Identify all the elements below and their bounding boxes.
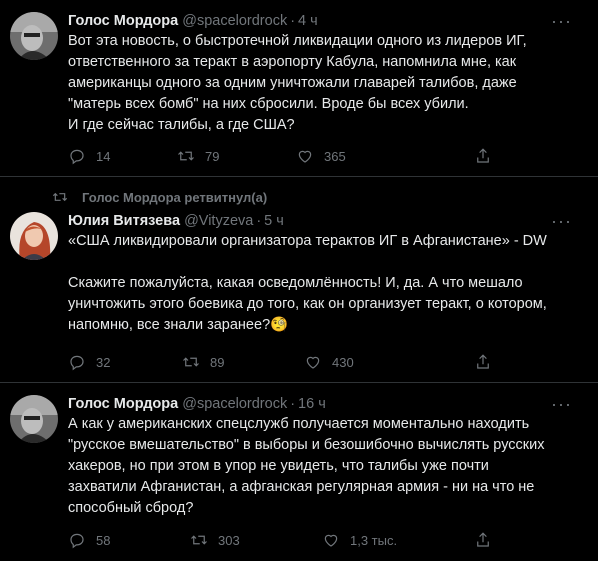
timestamp[interactable]: 4 ч bbox=[298, 13, 318, 29]
like-count: 1,3 тыс. bbox=[350, 532, 398, 548]
heart-icon bbox=[324, 534, 338, 547]
like-button[interactable]: 430 bbox=[304, 353, 354, 371]
author-handle[interactable]: @spacelordrock bbox=[182, 396, 287, 412]
separator-dot: · bbox=[256, 213, 262, 229]
like-button[interactable]: 1,3 тыс. bbox=[322, 531, 397, 549]
share-button[interactable] bbox=[474, 147, 502, 165]
like-button[interactable]: 365 bbox=[296, 147, 346, 165]
tweet-actions: 14 79 365 bbox=[68, 147, 598, 167]
retweet-count: 303 bbox=[218, 532, 240, 548]
share-icon bbox=[477, 354, 489, 369]
share-button[interactable] bbox=[474, 353, 502, 371]
timeline: Голос Мордора @spacelordrock · 4 ч ··· Вот… bbox=[0, 0, 598, 561]
reply-button[interactable]: 14 bbox=[68, 147, 110, 165]
author-name[interactable]: Голос Мордора bbox=[68, 396, 178, 412]
author-name[interactable]: Юлия Витязева bbox=[68, 213, 180, 229]
reply-icon bbox=[70, 533, 84, 549]
tweet-text: «США ликвидировали организатора терактов… bbox=[68, 231, 584, 336]
separator-dot: · bbox=[290, 13, 296, 29]
more-icon[interactable]: ··· bbox=[551, 11, 572, 31]
tweet[interactable]: Голос Мордора @spacelordrock · 16 ч ··· А … bbox=[0, 383, 598, 561]
heart-icon bbox=[306, 356, 320, 369]
separator-dot: · bbox=[290, 396, 296, 412]
retweet-count: 79 bbox=[205, 148, 220, 164]
avatar[interactable] bbox=[10, 12, 58, 60]
avatar[interactable] bbox=[10, 212, 58, 260]
retweet-count: 89 bbox=[210, 354, 225, 370]
retweet-button[interactable]: 303 bbox=[190, 531, 240, 549]
reply-icon bbox=[70, 355, 84, 371]
retweet-button[interactable]: 79 bbox=[177, 147, 219, 165]
author-handle[interactable]: @Vityzeva bbox=[184, 213, 253, 229]
reply-button[interactable]: 32 bbox=[68, 353, 110, 371]
reply-button[interactable]: 58 bbox=[68, 531, 110, 549]
retweet-icon bbox=[191, 535, 207, 545]
retweeted-by-label[interactable]: Голос Мордора ретвитнул(а) bbox=[82, 190, 267, 205]
timestamp[interactable]: 16 ч bbox=[298, 396, 326, 412]
retweet-button[interactable]: 89 bbox=[182, 353, 224, 371]
like-count: 430 bbox=[332, 354, 354, 370]
face-with-monocle-emoji: 🧐 bbox=[270, 317, 289, 333]
tweet-text-body: «США ликвидировали организатора терактов… bbox=[68, 233, 547, 333]
tweet-header: Голос Мордора @spacelordrock · 16 ч bbox=[68, 394, 584, 414]
tweet-text: А как у американских спецслужб получаетс… bbox=[68, 416, 545, 516]
tweet-header: Голос Мордора @spacelordrock · 4 ч bbox=[68, 11, 584, 31]
reply-icon bbox=[70, 149, 84, 165]
retweet-icon bbox=[178, 151, 194, 161]
avatar[interactable] bbox=[10, 395, 58, 443]
more-icon[interactable]: ··· bbox=[551, 394, 572, 414]
tweet-text: Вот эта новость, о быстротечной ликвидац… bbox=[68, 33, 527, 133]
reply-count: 32 bbox=[96, 354, 111, 370]
tweet[interactable]: Голос Мордора @spacelordrock · 4 ч ··· Вот… bbox=[0, 0, 598, 177]
tweet[interactable]: Голос Мордора ретвитнул(а) Юлия Витязева… bbox=[0, 177, 598, 383]
author-name[interactable]: Голос Мордора bbox=[68, 13, 178, 29]
reply-count: 58 bbox=[96, 532, 111, 548]
author-handle[interactable]: @spacelordrock bbox=[182, 13, 287, 29]
like-count: 365 bbox=[324, 148, 346, 164]
tweet-actions: 58 303 1,3 тыс. bbox=[68, 531, 598, 551]
tweet-actions: 32 89 430 bbox=[68, 353, 598, 373]
heart-icon bbox=[298, 150, 312, 163]
share-icon bbox=[477, 148, 489, 163]
retweet-icon bbox=[52, 192, 68, 202]
reply-count: 14 bbox=[96, 148, 111, 164]
timestamp[interactable]: 5 ч bbox=[264, 213, 284, 229]
share-button[interactable] bbox=[474, 531, 502, 549]
tweet-header: Юлия Витязева @Vityzeva · 5 ч bbox=[68, 211, 584, 231]
retweet-icon bbox=[183, 357, 199, 367]
retweet-indicator: Голос Мордора ретвитнул(а) bbox=[52, 189, 267, 205]
share-icon bbox=[477, 532, 489, 547]
more-icon[interactable]: ··· bbox=[551, 211, 572, 231]
